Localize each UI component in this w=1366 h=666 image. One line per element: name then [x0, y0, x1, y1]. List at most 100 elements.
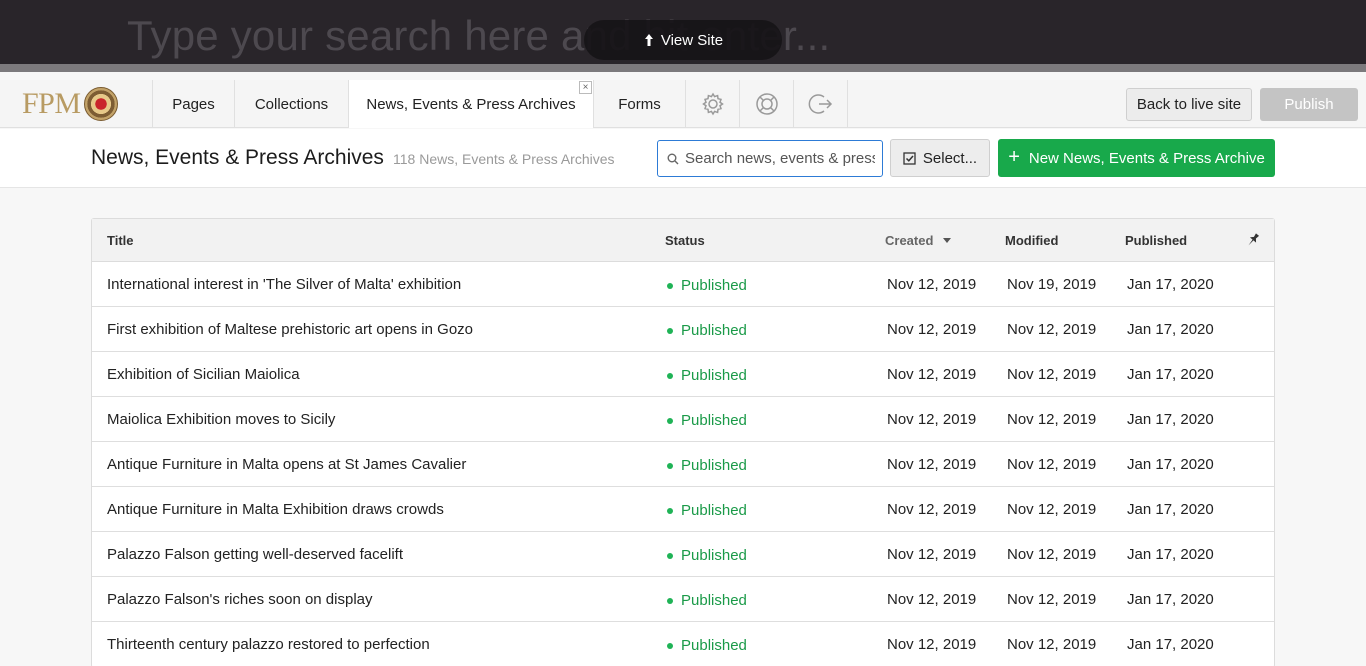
row-title[interactable]: Palazzo Falson's riches soon on display — [107, 591, 373, 608]
status-dot-icon — [667, 552, 673, 559]
publish-label: Publish — [1284, 96, 1334, 113]
table-row[interactable]: Maiolica Exhibition moves to Sicily Publi… — [92, 397, 1274, 442]
row-modified: Nov 12, 2019 — [1007, 636, 1097, 653]
row-status: Published — [667, 277, 747, 294]
loading-bar — [0, 64, 1366, 72]
pin-icon[interactable] — [1246, 232, 1260, 251]
row-title[interactable]: Antique Furniture in Malta opens at St J… — [107, 456, 466, 473]
row-published: Jan 17, 2020 — [1127, 456, 1214, 473]
help-button[interactable] — [740, 80, 794, 128]
nav-tab-forms[interactable]: Forms — [594, 80, 686, 128]
publish-button[interactable]: Publish — [1260, 88, 1358, 121]
status-dot-icon — [667, 507, 673, 514]
checkbox-icon — [903, 151, 916, 165]
row-modified: Nov 12, 2019 — [1007, 546, 1097, 563]
status-dot-icon — [667, 462, 673, 469]
row-published: Jan 17, 2020 — [1127, 411, 1214, 428]
nav-tab-label: Forms — [618, 95, 661, 113]
row-status-label: Published — [681, 592, 747, 609]
search-input[interactable] — [685, 150, 875, 167]
column-header-modified[interactable]: Modified — [1005, 233, 1058, 248]
row-published: Jan 17, 2020 — [1127, 636, 1214, 653]
row-published: Jan 17, 2020 — [1127, 546, 1214, 563]
table-row[interactable]: Antique Furniture in Malta opens at St J… — [92, 442, 1274, 487]
table-row[interactable]: Antique Furniture in Malta Exhibition dr… — [92, 487, 1274, 532]
sort-desc-icon — [943, 238, 952, 243]
column-header-created[interactable]: Created — [885, 233, 952, 248]
item-count: 118 News, Events & Press Archives — [393, 151, 615, 167]
settings-button[interactable] — [686, 80, 740, 128]
table-row[interactable]: Exhibition of Sicilian Maiolica Published… — [92, 352, 1274, 397]
row-status-label: Published — [681, 412, 747, 429]
nav-tab-label: Pages — [172, 95, 215, 113]
status-dot-icon — [667, 372, 673, 379]
column-header-status[interactable]: Status — [665, 233, 705, 248]
row-created: Nov 12, 2019 — [887, 276, 977, 293]
nav-tab-news-events-press[interactable]: News, Events & Press Archives × — [349, 80, 594, 128]
nav-tab-collections[interactable]: Collections — [235, 80, 349, 128]
row-status: Published — [667, 367, 747, 384]
row-modified: Nov 12, 2019 — [1007, 591, 1097, 608]
row-status-label: Published — [681, 502, 747, 519]
search-icon — [667, 153, 679, 164]
row-modified: Nov 12, 2019 — [1007, 501, 1097, 518]
row-title[interactable]: Antique Furniture in Malta Exhibition dr… — [107, 501, 444, 518]
back-to-live-site-button[interactable]: Back to live site — [1126, 88, 1252, 121]
nav-tab-pages[interactable]: Pages — [153, 80, 235, 128]
row-status: Published — [667, 502, 747, 519]
site-logo[interactable]: FPM — [0, 80, 153, 128]
table-row[interactable]: Thirteenth century palazzo restored to p… — [92, 622, 1274, 666]
row-status: Published — [667, 457, 747, 474]
row-created: Nov 12, 2019 — [887, 591, 977, 608]
table-row[interactable]: International interest in 'The Silver of… — [92, 262, 1274, 307]
row-published: Jan 17, 2020 — [1127, 321, 1214, 338]
row-published: Jan 17, 2020 — [1127, 276, 1214, 293]
row-title[interactable]: Maiolica Exhibition moves to Sicily — [107, 411, 335, 428]
row-status-label: Published — [681, 637, 747, 654]
row-status: Published — [667, 322, 747, 339]
row-published: Jan 17, 2020 — [1127, 591, 1214, 608]
page-header: News, Events & Press Archives 118 News, … — [0, 129, 1366, 188]
table-row[interactable]: First exhibition of Maltese prehistoric … — [92, 307, 1274, 352]
column-header-published[interactable]: Published — [1125, 233, 1187, 248]
status-dot-icon — [667, 597, 673, 604]
row-title[interactable]: Thirteenth century palazzo restored to p… — [107, 636, 430, 653]
search-field[interactable] — [657, 140, 883, 177]
plus-icon: + — [1008, 146, 1020, 168]
table-row[interactable]: Palazzo Falson getting well-deserved fac… — [92, 532, 1274, 577]
main-navbar: FPM Pages Collections News, Events & Pre… — [0, 80, 1366, 128]
select-button[interactable]: Select... — [890, 139, 990, 177]
row-created: Nov 12, 2019 — [887, 366, 977, 383]
row-title[interactable]: Exhibition of Sicilian Maiolica — [107, 366, 300, 383]
row-published: Jan 17, 2020 — [1127, 366, 1214, 383]
row-modified: Nov 12, 2019 — [1007, 411, 1097, 428]
row-created: Nov 12, 2019 — [887, 636, 977, 653]
page-title: News, Events & Press Archives — [91, 146, 384, 169]
row-status: Published — [667, 592, 747, 609]
row-status-label: Published — [681, 367, 747, 384]
new-archive-label: New News, Events & Press Archive — [1028, 149, 1265, 167]
global-search-bar[interactable]: Type your search here and hit enter... V… — [0, 0, 1366, 72]
logo-text: FPM — [22, 87, 81, 120]
status-dot-icon — [667, 282, 673, 289]
row-title[interactable]: International interest in 'The Silver of… — [107, 276, 461, 293]
view-site-label: View Site — [660, 31, 724, 49]
row-status-label: Published — [681, 457, 747, 474]
row-title[interactable]: Palazzo Falson getting well-deserved fac… — [107, 546, 403, 563]
arrow-up-icon — [644, 34, 653, 46]
table-row[interactable]: Palazzo Falson's riches soon on display P… — [92, 577, 1274, 622]
logout-button[interactable] — [794, 80, 848, 128]
row-modified: Nov 12, 2019 — [1007, 456, 1097, 473]
row-title[interactable]: First exhibition of Maltese prehistoric … — [107, 321, 473, 338]
row-modified: Nov 12, 2019 — [1007, 366, 1097, 383]
row-modified: Nov 12, 2019 — [1007, 321, 1097, 338]
row-status: Published — [667, 412, 747, 429]
new-archive-button[interactable]: + New News, Events & Press Archive — [998, 139, 1275, 177]
gear-icon — [701, 92, 724, 116]
column-header-title[interactable]: Title — [107, 233, 134, 248]
lifebuoy-icon — [755, 93, 778, 115]
row-status-label: Published — [681, 277, 747, 294]
view-site-button[interactable]: View Site — [584, 20, 782, 60]
row-modified: Nov 19, 2019 — [1007, 276, 1097, 293]
close-icon[interactable]: × — [579, 81, 592, 94]
